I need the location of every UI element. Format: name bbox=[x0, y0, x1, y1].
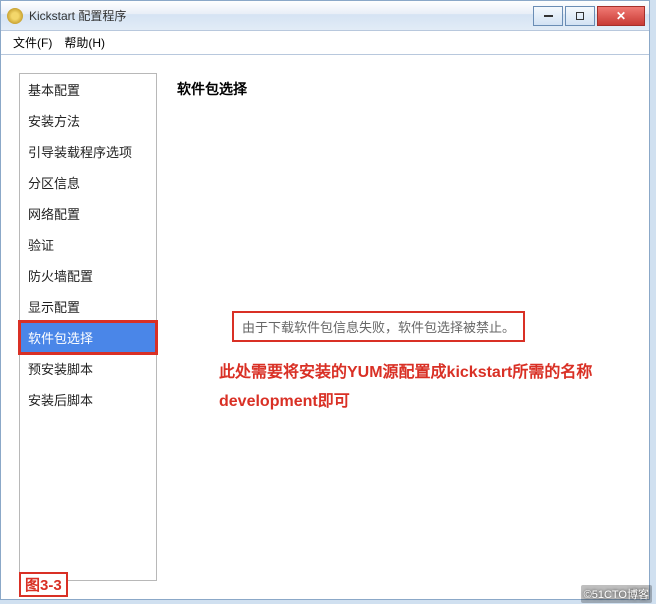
sidebar: 基本配置 安装方法 引导装载程序选项 分区信息 网络配置 验证 防火墙配置 显示… bbox=[19, 73, 157, 581]
annotation-explanation: 此处需要将安装的YUM源配置成kickstart所需的名称development… bbox=[219, 359, 609, 417]
sidebar-item-postinstall-script[interactable]: 安装后脚本 bbox=[20, 384, 156, 415]
sidebar-item-firewall[interactable]: 防火墙配置 bbox=[20, 260, 156, 291]
figure-label: 图3-3 bbox=[19, 572, 68, 597]
watermark: ©51CTO博客 bbox=[581, 585, 652, 603]
menu-help[interactable]: 帮助(H) bbox=[58, 32, 111, 53]
sidebar-item-auth[interactable]: 验证 bbox=[20, 229, 156, 260]
sidebar-item-display[interactable]: 显示配置 bbox=[20, 291, 156, 322]
window-title: Kickstart 配置程序 bbox=[29, 7, 126, 24]
minimize-button[interactable] bbox=[533, 6, 563, 26]
maximize-button[interactable] bbox=[565, 6, 595, 26]
client-area: 基本配置 安装方法 引导装载程序选项 分区信息 网络配置 验证 防火墙配置 显示… bbox=[1, 55, 649, 599]
close-button[interactable]: ✕ bbox=[597, 6, 645, 26]
app-window: Kickstart 配置程序 ✕ 文件(F) 帮助(H) 基本配置 安装方法 引… bbox=[0, 0, 650, 600]
minimize-icon bbox=[544, 15, 553, 17]
error-message: 由于下载软件包信息失败，软件包选择被禁止。 bbox=[232, 311, 525, 342]
menu-bar: 文件(F) 帮助(H) bbox=[1, 31, 649, 55]
content-pane: 软件包选择 由于下载软件包信息失败，软件包选择被禁止。 此处需要将安装的YUM源… bbox=[157, 55, 649, 599]
sidebar-item-network[interactable]: 网络配置 bbox=[20, 198, 156, 229]
sidebar-item-partition[interactable]: 分区信息 bbox=[20, 167, 156, 198]
menu-file[interactable]: 文件(F) bbox=[7, 32, 58, 53]
content-heading: 软件包选择 bbox=[177, 79, 631, 99]
close-icon: ✕ bbox=[616, 9, 626, 23]
sidebar-item-package-selection[interactable]: 软件包选择 bbox=[20, 322, 156, 353]
title-bar: Kickstart 配置程序 ✕ bbox=[1, 1, 649, 31]
sidebar-item-bootloader[interactable]: 引导装载程序选项 bbox=[20, 136, 156, 167]
sidebar-item-preinstall-script[interactable]: 预安装脚本 bbox=[20, 353, 156, 384]
sidebar-item-basic[interactable]: 基本配置 bbox=[20, 74, 156, 105]
maximize-icon bbox=[576, 12, 584, 20]
sidebar-item-install-method[interactable]: 安装方法 bbox=[20, 105, 156, 136]
window-controls: ✕ bbox=[531, 6, 645, 26]
app-icon bbox=[7, 8, 23, 24]
